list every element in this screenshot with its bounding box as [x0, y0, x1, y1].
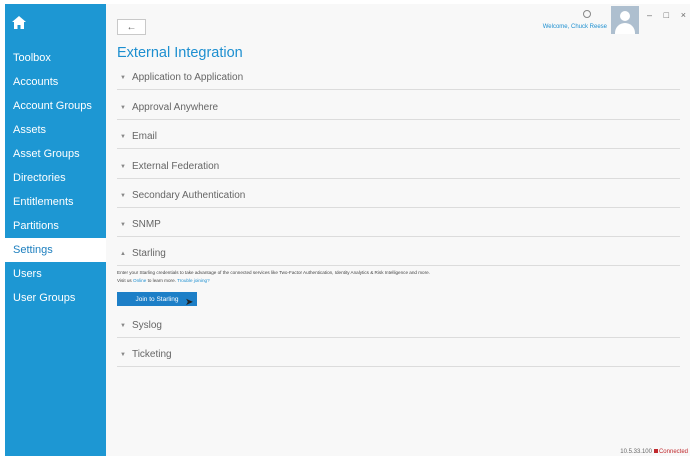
section-label: SNMP	[131, 219, 161, 230]
chevron-down-icon: ▼	[120, 351, 126, 358]
chevron-up-icon: ▲	[120, 250, 126, 257]
section-label: External Federation	[131, 161, 220, 172]
status-bar: 10.5.33.100 Connected	[620, 449, 688, 455]
sidebar-item-accounts[interactable]: Accounts	[5, 70, 106, 94]
sidebar-item-account-groups[interactable]: Account Groups	[5, 94, 106, 118]
home-icon	[12, 15, 26, 29]
chevron-down-icon: ▼	[120, 74, 126, 81]
section-label: Ticketing	[131, 349, 172, 360]
starling-description: Enter your Starling credentials to take …	[117, 269, 680, 285]
mouse-cursor-icon: ➤	[185, 297, 194, 308]
section-syslog[interactable]: ▼ Syslog	[117, 314, 680, 338]
section-label: Syslog	[131, 320, 162, 331]
chevron-down-icon: ▼	[120, 322, 126, 329]
welcome-user-link[interactable]: Welcome, Chuck Reese	[543, 24, 607, 30]
chevron-down-icon: ▼	[120, 192, 126, 199]
visit-middle: to learn more.	[147, 278, 176, 283]
section-label: Approval Anywhere	[131, 102, 219, 113]
visit-prefix: Visit us	[117, 278, 132, 283]
notification-icon[interactable]	[583, 10, 591, 18]
main-content: ← Welcome, Chuck Reese – □ × External In…	[106, 4, 690, 456]
online-link[interactable]: Online	[133, 278, 146, 283]
back-arrow-icon: ←	[126, 21, 137, 33]
minimize-icon[interactable]: –	[647, 10, 652, 20]
section-starling[interactable]: ▲ Starling	[117, 242, 680, 266]
starling-visit-line: Visit us Online to learn more. Trouble j…	[117, 277, 680, 285]
sidebar-item-partitions[interactable]: Partitions	[5, 214, 106, 238]
sidebar-item-asset-groups[interactable]: Asset Groups	[5, 142, 106, 166]
section-email[interactable]: ▼ Email	[117, 125, 680, 149]
section-external-federation[interactable]: ▼ External Federation	[117, 155, 680, 179]
app-window: Toolbox Accounts Account Groups Assets A…	[5, 4, 690, 456]
sidebar-item-entitlements[interactable]: Entitlements	[5, 190, 106, 214]
page-title: External Integration	[117, 45, 243, 61]
lock-icon	[653, 449, 658, 453]
section-label: Secondary Authentication	[131, 190, 246, 201]
avatar[interactable]	[611, 6, 639, 34]
trouble-joining-link[interactable]: Trouble joining?	[177, 278, 210, 283]
close-icon[interactable]: ×	[681, 10, 686, 20]
sidebar-item-settings[interactable]: Settings	[5, 238, 106, 262]
section-approval-anywhere[interactable]: ▼ Approval Anywhere	[117, 96, 680, 120]
home-button[interactable]	[5, 4, 106, 40]
chevron-down-icon: ▼	[120, 163, 126, 170]
nav-list: Toolbox Accounts Account Groups Assets A…	[5, 46, 106, 310]
chevron-down-icon: ▼	[120, 221, 126, 228]
section-snmp[interactable]: ▼ SNMP	[117, 213, 680, 237]
sidebar-item-assets[interactable]: Assets	[5, 118, 106, 142]
chevron-down-icon: ▼	[120, 104, 126, 111]
section-label: Starling	[131, 248, 166, 259]
section-secondary-authentication[interactable]: ▼ Secondary Authentication	[117, 184, 680, 208]
back-button[interactable]: ←	[117, 19, 146, 35]
section-application-to-application[interactable]: ▼ Application to Application	[117, 66, 680, 90]
chevron-down-icon: ▼	[120, 133, 126, 140]
sidebar-item-user-groups[interactable]: User Groups	[5, 286, 106, 310]
starling-intro-text: Enter your Starling credentials to take …	[117, 270, 430, 275]
section-label: Email	[131, 131, 157, 142]
sidebar: Toolbox Accounts Account Groups Assets A…	[5, 4, 106, 456]
sidebar-item-users[interactable]: Users	[5, 262, 106, 286]
connection-status: Connected	[658, 449, 688, 455]
maximize-icon[interactable]: □	[664, 10, 669, 20]
server-address: 10.5.33.100	[620, 449, 652, 455]
section-label: Application to Application	[131, 72, 244, 83]
sidebar-item-directories[interactable]: Directories	[5, 166, 106, 190]
sidebar-item-toolbox[interactable]: Toolbox	[5, 46, 106, 70]
section-ticketing[interactable]: ▼ Ticketing	[117, 343, 680, 367]
